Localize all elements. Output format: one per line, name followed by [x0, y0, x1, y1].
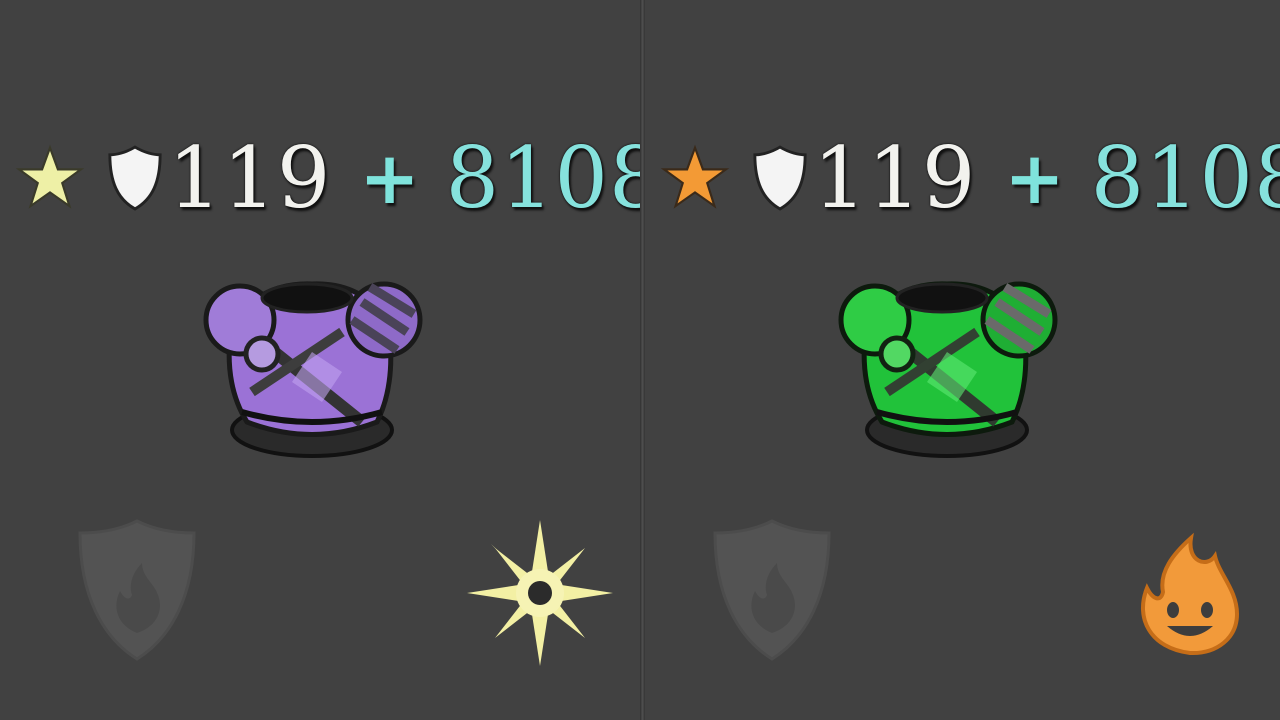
item-card-left[interactable]: 119 + 8108	[0, 0, 662, 720]
fire-resist-shield-icon	[707, 515, 837, 665]
item-card-right[interactable]: 119 + 8108	[645, 0, 1280, 720]
fire-resist-shield-icon	[72, 515, 202, 665]
armor-stats: 119 + 8108	[659, 128, 1280, 228]
base-armor-value: 119	[813, 129, 977, 227]
armor-stats: 119 + 8108	[14, 128, 663, 228]
holy-sun-icon	[465, 518, 615, 668]
chestplate-icon[interactable]	[192, 262, 432, 472]
chestplate-icon[interactable]	[827, 262, 1067, 472]
star-icon	[659, 142, 731, 214]
shield-icon	[751, 143, 809, 213]
bonus-armor-value: 8108	[445, 129, 664, 227]
shield-icon	[106, 143, 164, 213]
star-icon	[14, 142, 86, 214]
plus-sign: +	[359, 136, 420, 220]
base-armor-value: 119	[168, 129, 332, 227]
plus-sign: +	[1004, 136, 1065, 220]
item-compare-view: 119 + 8108 119 + 810	[0, 0, 1280, 720]
bonus-armor-value: 8108	[1090, 129, 1280, 227]
fire-icon	[1115, 518, 1265, 668]
